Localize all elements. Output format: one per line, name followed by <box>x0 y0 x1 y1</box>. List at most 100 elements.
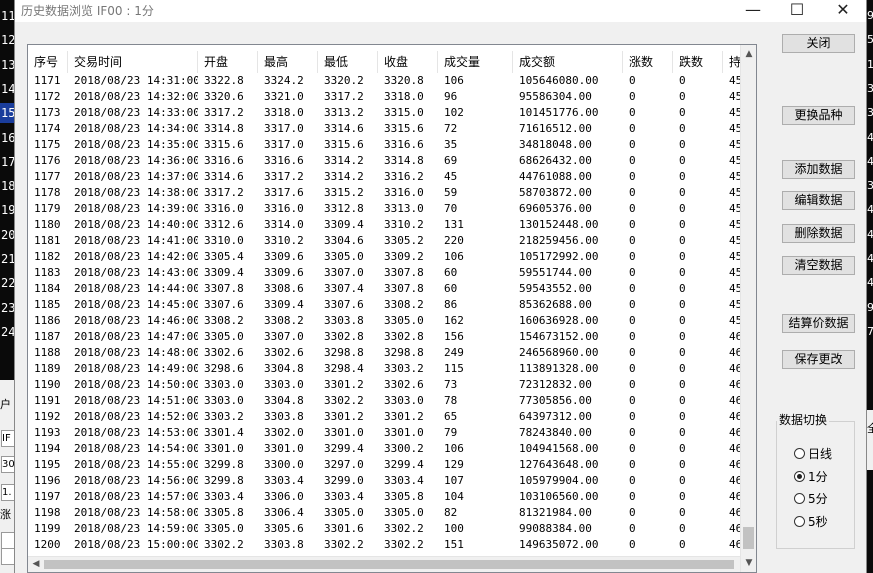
table-cell: 81321984.00 <box>519 506 592 519</box>
table-cell: 105979904.00 <box>519 474 599 487</box>
table-row[interactable]: 1182 2018/08/23 14:42:00 3305.4 3309.6 3305.… <box>28 249 756 265</box>
table-row[interactable]: 1192 2018/08/23 14:52:00 3303.2 3303.8 3301.… <box>28 409 756 425</box>
horizontal-scroll-thumb[interactable] <box>44 560 734 569</box>
table-cell: 1191 <box>34 394 61 407</box>
table-cell: 3316.0 <box>264 202 304 215</box>
table-row[interactable]: 1190 2018/08/23 14:50:00 3303.0 3303.0 3301.… <box>28 377 756 393</box>
table-cell: 3310.2 <box>264 234 304 247</box>
table-row[interactable]: 1175 2018/08/23 14:35:00 3315.6 3317.0 3315.… <box>28 137 756 153</box>
column-header[interactable]: 涨数 <box>623 51 673 73</box>
horizontal-scrollbar[interactable]: ◀ <box>28 556 740 572</box>
table-cell: 3313.0 <box>384 202 424 215</box>
scroll-up-icon[interactable]: ▲ <box>741 47 756 61</box>
table-cell: 0 <box>629 122 636 135</box>
column-header[interactable]: 成交额 <box>513 51 623 73</box>
table-cell: 101451776.00 <box>519 106 599 119</box>
table-cell: 0 <box>629 74 636 87</box>
radio-circle-icon[interactable] <box>794 447 805 459</box>
table-row[interactable]: 1188 2018/08/23 14:48:00 3302.6 3302.6 3298.… <box>28 345 756 361</box>
table-row[interactable]: 1174 2018/08/23 14:34:00 3314.8 3317.0 3314.… <box>28 121 756 137</box>
vertical-scrollbar[interactable]: ▲ ▼ <box>740 45 756 572</box>
table-cell: 58703872.00 <box>519 186 592 199</box>
table-cell: 2018/08/23 14:51:00 <box>74 394 198 407</box>
table-row[interactable]: 1200 2018/08/23 15:00:00 3302.2 3303.8 3302.… <box>28 537 756 553</box>
edit-data-button[interactable]: 编辑数据 <box>782 191 855 210</box>
delete-data-button[interactable]: 删除数据 <box>782 224 855 243</box>
column-header[interactable]: 开盘 <box>198 51 258 73</box>
table-row[interactable]: 1196 2018/08/23 14:56:00 3299.8 3303.4 3299.… <box>28 473 756 489</box>
table-cell: 3302.2 <box>384 538 424 551</box>
column-header[interactable]: 成交量 <box>438 51 513 73</box>
table-row[interactable]: 1191 2018/08/23 14:51:00 3303.0 3304.8 3302.… <box>28 393 756 409</box>
table-cell: 2018/08/23 15:00:00 <box>74 538 198 551</box>
table-row[interactable]: 1185 2018/08/23 14:45:00 3307.6 3309.4 3307.… <box>28 297 756 313</box>
table-row[interactable]: 1186 2018/08/23 14:46:00 3308.2 3308.2 3303.… <box>28 313 756 329</box>
radio-option[interactable]: 5秒 <box>794 513 828 529</box>
table-cell: 3307.6 <box>324 298 364 311</box>
scroll-down-icon[interactable]: ▼ <box>741 556 756 570</box>
table-row[interactable]: 1180 2018/08/23 14:40:00 3312.6 3314.0 3309.… <box>28 217 756 233</box>
table-cell: 1187 <box>34 330 61 343</box>
table-cell: 3302.2 <box>324 394 364 407</box>
maximize-button[interactable]: ☐ <box>775 0 819 20</box>
table-cell: 0 <box>629 202 636 215</box>
add-data-button[interactable]: 添加数据 <box>782 160 855 179</box>
table-cell: 102 <box>444 106 464 119</box>
table-row[interactable]: 1197 2018/08/23 14:57:00 3303.4 3306.0 3303.… <box>28 489 756 505</box>
data-table[interactable]: 序号交易时间开盘最高最低收盘成交量成交额涨数跌数持仓 1171 2018/08/2… <box>27 44 757 573</box>
table-cell: 0 <box>679 474 686 487</box>
table-cell: 2018/08/23 14:40:00 <box>74 218 198 231</box>
window-close-button[interactable]: ✕ <box>821 0 865 20</box>
table-row[interactable]: 1183 2018/08/23 14:43:00 3309.4 3309.6 3307.… <box>28 265 756 281</box>
table-row[interactable]: 1178 2018/08/23 14:38:00 3317.2 3317.6 3315.… <box>28 185 756 201</box>
table-row[interactable]: 1179 2018/08/23 14:39:00 3316.0 3316.0 3312.… <box>28 201 756 217</box>
column-header[interactable]: 交易时间 <box>68 51 198 73</box>
table-cell: 1183 <box>34 266 61 279</box>
radio-option[interactable]: 1分 <box>794 468 828 484</box>
table-row[interactable]: 1184 2018/08/23 14:44:00 3307.8 3308.6 3307.… <box>28 281 756 297</box>
radio-circle-icon[interactable] <box>794 470 805 482</box>
table-row[interactable]: 1172 2018/08/23 14:32:00 3320.6 3321.0 3317.… <box>28 89 756 105</box>
column-header[interactable]: 收盘 <box>378 51 438 73</box>
table-row[interactable]: 1177 2018/08/23 14:37:00 3314.6 3317.2 3314.… <box>28 169 756 185</box>
radio-circle-icon[interactable] <box>794 492 805 504</box>
table-row[interactable]: 1187 2018/08/23 14:47:00 3305.0 3307.0 3302.… <box>28 329 756 345</box>
table-cell: 3305.8 <box>204 506 244 519</box>
title-bar[interactable]: 历史数据浏览 IF00 : 1分 — ☐ ✕ <box>15 0 866 22</box>
settlement-data-button[interactable]: 结算价数据 <box>782 314 855 333</box>
column-header[interactable]: 最高 <box>258 51 318 73</box>
table-row[interactable]: 1195 2018/08/23 14:55:00 3299.8 3300.0 3297.… <box>28 457 756 473</box>
table-row[interactable]: 1189 2018/08/23 14:49:00 3298.6 3304.8 3298.… <box>28 361 756 377</box>
table-cell: 2018/08/23 14:54:00 <box>74 442 198 455</box>
column-header[interactable]: 跌数 <box>673 51 723 73</box>
radio-option[interactable]: 5分 <box>794 490 828 506</box>
table-row[interactable]: 1194 2018/08/23 14:54:00 3301.0 3301.0 3299.… <box>28 441 756 457</box>
radio-circle-icon[interactable] <box>794 515 805 527</box>
change-symbol-button[interactable]: 更换品种 <box>782 106 855 125</box>
table-row[interactable]: 1181 2018/08/23 14:41:00 3310.0 3310.2 3304.… <box>28 233 756 249</box>
table-cell: 1175 <box>34 138 61 151</box>
save-changes-button[interactable]: 保存更改 <box>782 350 855 369</box>
table-row[interactable]: 1173 2018/08/23 14:33:00 3317.2 3318.0 3313.… <box>28 105 756 121</box>
vertical-scroll-thumb[interactable] <box>743 527 754 549</box>
column-header[interactable]: 序号 <box>28 51 68 73</box>
table-row[interactable]: 1171 2018/08/23 14:31:00 3322.8 3324.2 3320.… <box>28 73 756 89</box>
table-cell: 1179 <box>34 202 61 215</box>
table-cell: 1198 <box>34 506 61 519</box>
table-cell: 0 <box>629 234 636 247</box>
table-cell: 0 <box>629 346 636 359</box>
scroll-left-icon[interactable]: ◀ <box>29 557 43 571</box>
radio-label: 1分 <box>808 469 828 484</box>
table-row[interactable]: 1198 2018/08/23 14:58:00 3305.8 3306.4 3305.… <box>28 505 756 521</box>
table-cell: 3312.8 <box>324 202 364 215</box>
column-header[interactable]: 最低 <box>318 51 378 73</box>
close-button[interactable]: 关闭 <box>782 34 855 53</box>
table-row[interactable]: 1193 2018/08/23 14:53:00 3301.4 3302.0 3301.… <box>28 425 756 441</box>
table-cell: 0 <box>679 266 686 279</box>
clear-data-button[interactable]: 清空数据 <box>782 256 855 275</box>
minimize-button[interactable]: — <box>731 0 775 20</box>
table-cell: 2018/08/23 14:46:00 <box>74 314 198 327</box>
table-row[interactable]: 1176 2018/08/23 14:36:00 3316.6 3316.6 3314.… <box>28 153 756 169</box>
table-row[interactable]: 1199 2018/08/23 14:59:00 3305.0 3305.6 3301.… <box>28 521 756 537</box>
radio-option[interactable]: 日线 <box>794 445 832 461</box>
